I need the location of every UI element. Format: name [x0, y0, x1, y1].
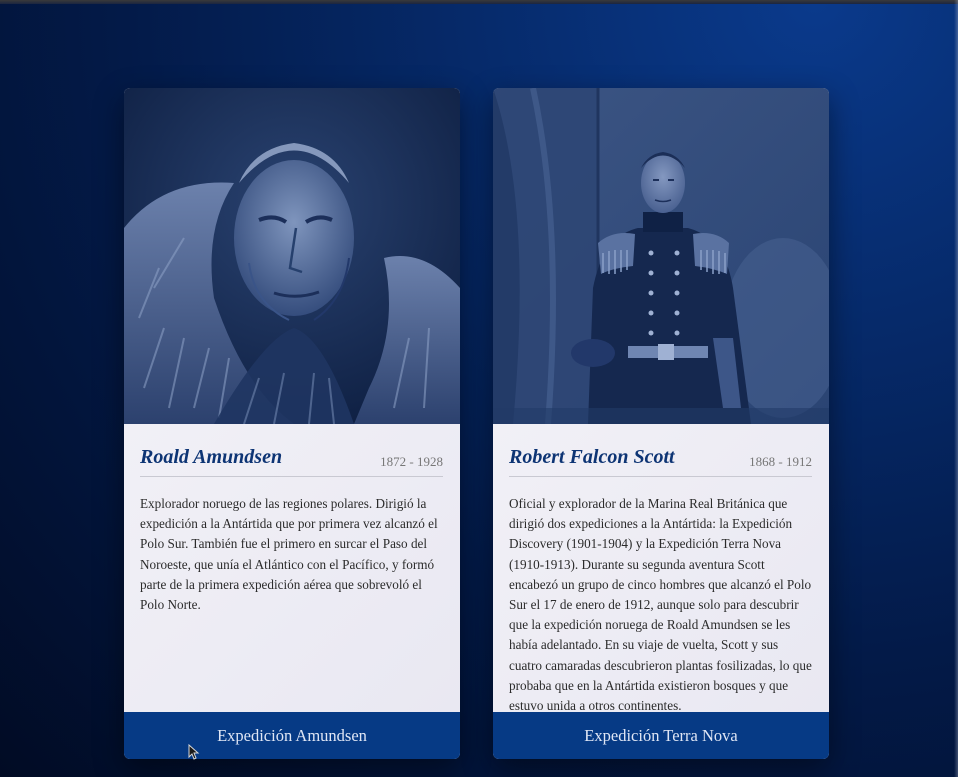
- amundsen-portrait-photo: [124, 88, 460, 424]
- explorer-description: Explorador noruego de las regiones polar…: [140, 496, 438, 613]
- scott-info-panel: Robert Falcon Scott 1868 - 1912 Oficial …: [493, 424, 829, 713]
- explorer-name: Robert Falcon Scott: [509, 446, 675, 468]
- mouse-cursor-icon: [188, 744, 200, 760]
- scott-portrait-photo: [493, 88, 829, 424]
- explorer-card-amundsen: Roald Amundsen 1872 - 1928 Explorador no…: [124, 88, 460, 759]
- expedition-terra-nova-button[interactable]: Expedición Terra Nova: [493, 712, 829, 759]
- divider: [140, 476, 443, 477]
- expedition-amundsen-button[interactable]: Expedición Amundsen: [124, 712, 460, 759]
- explorer-card-scott: Robert Falcon Scott 1868 - 1912 Oficial …: [493, 88, 829, 759]
- amundsen-info-panel: Roald Amundsen 1872 - 1928 Explorador no…: [124, 424, 460, 712]
- explorer-description: Oficial y explorador de la Marina Real B…: [509, 496, 812, 714]
- window-right-edge: [954, 0, 958, 777]
- explorer-name: Roald Amundsen: [140, 446, 283, 468]
- divider: [509, 476, 812, 477]
- explorer-dates: 1868 - 1912: [749, 454, 812, 469]
- window-top-bar: [0, 0, 958, 4]
- explorer-dates: 1872 - 1928: [380, 454, 443, 469]
